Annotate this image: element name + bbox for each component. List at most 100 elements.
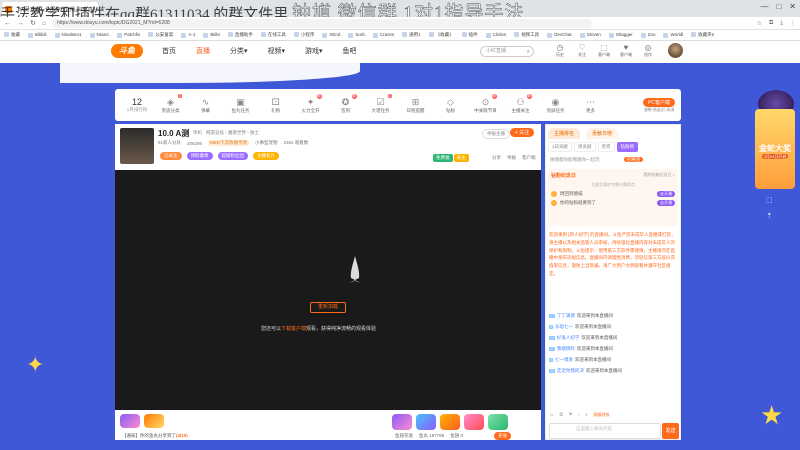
report-button[interactable]: 举报主播: [482, 129, 510, 139]
function-item[interactable]: ⋯ 更多: [573, 96, 608, 114]
nav-item[interactable]: 视频▾: [268, 46, 286, 56]
video-player[interactable]: [115, 170, 541, 410]
music-icon[interactable]: ♪: [578, 412, 581, 418]
header-history-button[interactable]: ◷ 历史: [552, 43, 568, 58]
chat-username[interactable]: 好鬼人初学: [557, 335, 580, 341]
room-pill[interactable]: 领取徽章: [186, 152, 213, 160]
function-item[interactable]: ◉ 亮屏任务: [538, 96, 573, 114]
chat-username[interactable]: 走近你我的决: [557, 368, 584, 374]
bookmark-item[interactable]: 收藏夹2: [691, 32, 714, 38]
follow-button[interactable]: + 关注: [510, 128, 535, 137]
extensions-icon[interactable]: ⧉: [769, 20, 773, 27]
charge-button[interactable]: 充值: [494, 432, 511, 440]
free-gift-badge[interactable]: 免费福 关注: [433, 154, 469, 162]
function-item[interactable]: ✪ 签到 新: [328, 94, 363, 114]
header-heart-button[interactable]: ♥ 客户端: [618, 43, 634, 58]
minimize-icon[interactable]: —: [760, 2, 768, 11]
bookmark-item[interactable]: 收藏: [4, 32, 20, 38]
function-item[interactable]: ⚇ 主播关注 新: [503, 94, 538, 114]
pc-client-widget[interactable]: PC客户端 流畅·低延迟·高清: [643, 97, 675, 113]
side-gift-icon[interactable]: ⬚: [766, 196, 773, 204]
home-icon[interactable]: ⌂: [42, 20, 46, 27]
bookmark-item[interactable]: Crazes: [373, 32, 394, 37]
nav-item[interactable]: 直播: [196, 46, 210, 56]
download-icon[interactable]: ⤓: [780, 20, 783, 27]
rank-sub-tab[interactable]: 贵宾: [597, 142, 615, 152]
gift-item[interactable]: [488, 414, 508, 430]
search-input[interactable]: 小红直播 ⌕: [480, 46, 534, 57]
download-client-link[interactable]: 下载客户端: [281, 326, 306, 332]
function-item[interactable]: ⊞ 日程提醒: [398, 96, 433, 114]
gift-item[interactable]: [416, 414, 436, 430]
chat-username[interactable]: 七一博发: [555, 357, 573, 363]
gift-item[interactable]: [392, 414, 412, 430]
room-pill[interactable]: 主播名片: [253, 152, 279, 160]
bookmark-item[interactable]: Bilibili: [28, 32, 47, 37]
function-item[interactable]: ☑ 大谱任务 4: [363, 94, 398, 114]
bookmark-item[interactable]: 通用1: [402, 32, 421, 38]
emoji-icon[interactable]: ☺: [549, 412, 554, 418]
user-avatar[interactable]: [668, 43, 683, 58]
function-item[interactable]: ∿ 弹幕: [188, 96, 223, 114]
nav-item[interactable]: 鱼吧: [343, 46, 357, 56]
header-follow-button[interactable]: ♡ 关注: [574, 43, 590, 58]
send-button[interactable]: 发送: [662, 423, 679, 439]
report-link[interactable]: 举报: [507, 155, 516, 161]
bookmark-item[interactable]: 公安备案: [148, 32, 173, 38]
bookmark-item[interactable]: Sorb: [348, 32, 365, 37]
back-icon[interactable]: ←: [4, 20, 11, 27]
chat-username[interactable]: 东唱七一: [555, 324, 573, 330]
nav-item[interactable]: 首页: [162, 46, 176, 56]
url-field[interactable]: https://www.douyu.com/topic/DG2021_M?rid…: [52, 18, 593, 28]
memo-open-button[interactable]: 去开通: [657, 191, 675, 197]
chat-username[interactable]: 丁丁满塘: [557, 313, 575, 319]
header-gift-button[interactable]: ⬚ 客户端: [596, 43, 612, 58]
bookmark-item[interactable]: Shagger: [609, 32, 633, 37]
bookmark-item[interactable]: 小程序: [294, 32, 315, 38]
client-link[interactable]: 客户端: [522, 155, 536, 161]
menu-icon[interactable]: ⋮: [790, 20, 796, 27]
refresh-icon[interactable]: ↻: [30, 19, 36, 27]
flower-icon[interactable]: ✿: [559, 412, 563, 418]
site-logo[interactable]: 斗鱼: [111, 44, 143, 58]
function-item[interactable]: ⚀ 礼物: [258, 96, 293, 114]
tab-anchor-rank[interactable]: 主播排名: [548, 128, 581, 139]
bookmark-item[interactable]: Patchfix: [117, 32, 140, 37]
room-pill[interactable]: 已关注: [160, 152, 182, 160]
rank-sub-tab[interactable]: 1日贡献: [548, 142, 573, 152]
function-item[interactable]: ⊙ 中关联节目 新: [468, 94, 503, 114]
bookmark-item[interactable]: 在线工具: [261, 32, 286, 38]
bookmark-item[interactable]: 视频工具: [514, 32, 539, 38]
bookmark-item[interactable]: DevChat: [547, 32, 572, 37]
bookmark-item[interactable]: A-1: [181, 32, 195, 37]
bookmark-item[interactable]: XEnd: [322, 32, 340, 37]
bookmark-item[interactable]: 《收藏》: [429, 32, 454, 38]
summon-button[interactable]: 召唤团: [623, 157, 643, 162]
tab-daily-contribution[interactable]: 贡献日榜: [586, 128, 619, 139]
chat-username[interactable]: 我端情料: [557, 346, 575, 352]
gift-item[interactable]: [144, 414, 164, 428]
memo-more-link[interactable]: 我的钻粉纪念日 >: [644, 172, 675, 179]
rank-sub-tab[interactable]: 周贡献: [574, 142, 596, 152]
bookmark-item[interactable]: Bilibi: [203, 32, 220, 37]
search-icon[interactable]: ⌕: [527, 48, 530, 57]
room-category[interactable]: 单机 · 网游竞技 › 魔兽世界 › 独士: [193, 130, 259, 136]
pc-client-button[interactable]: PC客户端: [643, 97, 675, 107]
gift-item[interactable]: [464, 414, 484, 430]
bookmark-item[interactable]: Ninalsen1: [55, 32, 82, 37]
bookmark-item[interactable]: Nivarc: [90, 32, 110, 37]
function-item[interactable]: ▣ 鱼丸任务: [223, 96, 258, 114]
bookmark-item[interactable]: Worldl: [663, 32, 683, 37]
star-icon[interactable]: ☆: [757, 20, 762, 27]
room-pill[interactable]: 超级粉丝团: [217, 152, 248, 160]
share-button[interactable]: 分享: [492, 155, 501, 161]
side-top-icon[interactable]: ⇡: [766, 212, 772, 220]
bookmark-item[interactable]: 插件: [462, 32, 478, 38]
reload-button[interactable]: 重新加载: [310, 302, 346, 313]
anchor-avatar[interactable]: [120, 128, 154, 164]
bookmark-item[interactable]: 直播助手: [228, 32, 253, 38]
function-item[interactable]: ◇ 钻粉: [433, 96, 468, 114]
chat-input[interactable]: 这里输入聊天内容: [549, 423, 661, 439]
block-effects-toggle[interactable]: 屏蔽特效: [593, 412, 609, 418]
recharge-link[interactable]: 鱼翅充值: [395, 433, 413, 439]
